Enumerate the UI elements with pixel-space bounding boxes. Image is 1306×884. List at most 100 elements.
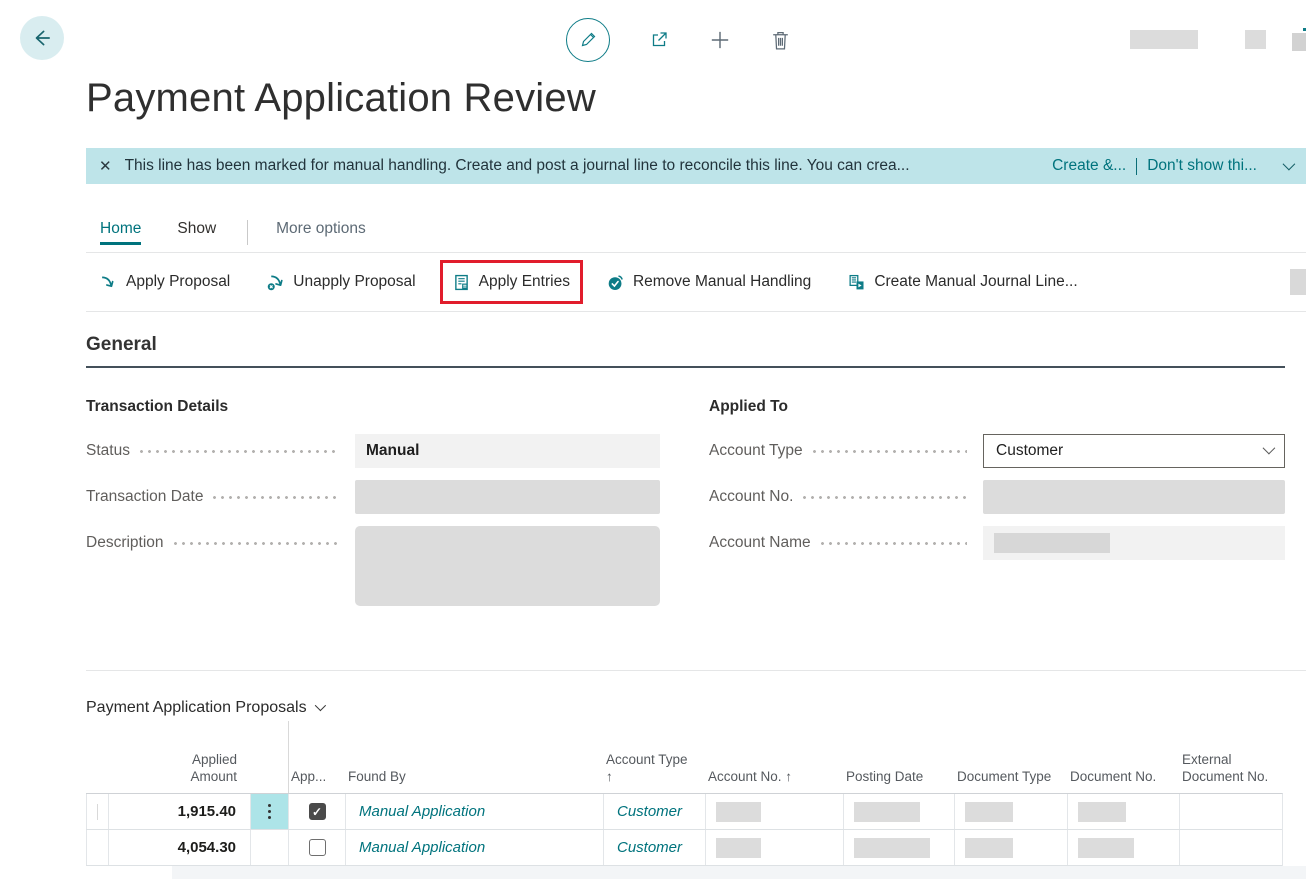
frozen-pane-divider bbox=[288, 721, 289, 793]
notification-actions: Create &... Don't show thi... bbox=[1052, 157, 1257, 175]
apply-entries-button[interactable]: Apply Entries bbox=[453, 273, 570, 291]
account-type-select[interactable]: Customer bbox=[983, 434, 1285, 468]
posting-date-cell[interactable] bbox=[843, 830, 954, 865]
action-menu: Home Show More options bbox=[100, 219, 1306, 246]
transaction-date-label: Transaction Date bbox=[86, 488, 203, 506]
applied-amount-cell[interactable]: 1,915.40 bbox=[108, 794, 250, 829]
external-document-no-cell[interactable] bbox=[1179, 830, 1283, 865]
row-selector-cell[interactable] bbox=[86, 794, 108, 829]
document-type-cell[interactable] bbox=[954, 830, 1067, 865]
external-document-no-cell[interactable] bbox=[1179, 794, 1283, 829]
dotted-leader bbox=[813, 450, 967, 453]
more-options-menu[interactable]: More options bbox=[276, 220, 366, 245]
unapply-proposal-label: Unapply Proposal bbox=[293, 273, 415, 291]
transaction-date-field-row: Transaction Date bbox=[86, 480, 660, 514]
edit-button[interactable] bbox=[566, 18, 610, 62]
found-by-cell[interactable]: Manual Application bbox=[345, 794, 603, 829]
check-circle-refresh-icon bbox=[607, 274, 624, 291]
remove-manual-handling-button[interactable]: Remove Manual Handling bbox=[607, 273, 811, 291]
column-account-no[interactable]: Account No. ↑ bbox=[705, 768, 843, 785]
account-type-value: Customer bbox=[996, 442, 1063, 460]
applied-amount-cell[interactable]: 4,054.30 bbox=[108, 830, 250, 865]
applied-checkbox[interactable] bbox=[309, 803, 326, 820]
account-name-field-row: Account Name bbox=[709, 526, 1285, 560]
redacted-header-icon bbox=[1245, 30, 1266, 49]
journal-page-icon bbox=[848, 274, 865, 291]
status-field-row: Status Manual bbox=[86, 434, 660, 468]
divider bbox=[86, 670, 1306, 671]
row-menu-cell[interactable] bbox=[250, 794, 288, 829]
document-no-cell[interactable] bbox=[1067, 830, 1179, 865]
page-title: Payment Application Review bbox=[86, 74, 1306, 122]
applied-checkbox[interactable] bbox=[309, 839, 326, 856]
dotted-leader bbox=[174, 542, 339, 545]
apply-proposal-button[interactable]: Apply Proposal bbox=[100, 273, 230, 291]
dont-show-link[interactable]: Don't show thi... bbox=[1147, 157, 1257, 175]
table-row[interactable]: 4,054.30 Manual Application Customer bbox=[86, 830, 1282, 866]
column-external-document-no[interactable]: External Document No. bbox=[1179, 751, 1283, 785]
chevron-down-icon[interactable] bbox=[1283, 157, 1292, 175]
account-name-field bbox=[983, 526, 1285, 560]
back-button[interactable] bbox=[20, 16, 64, 60]
close-icon[interactable]: ✕ bbox=[99, 157, 112, 175]
account-no-cell[interactable] bbox=[705, 794, 843, 829]
posting-date-cell[interactable] bbox=[843, 794, 954, 829]
share-button[interactable] bbox=[648, 29, 670, 51]
document-no-cell[interactable] bbox=[1067, 794, 1179, 829]
status-label: Status bbox=[86, 442, 130, 460]
account-type-field-row: Account Type Customer bbox=[709, 434, 1285, 468]
column-applied-amount[interactable]: Applied Amount bbox=[108, 751, 250, 785]
row-menu-cell[interactable] bbox=[250, 830, 288, 865]
account-no-cell[interactable] bbox=[705, 830, 843, 865]
add-button[interactable] bbox=[708, 28, 732, 52]
applied-to-group: Applied To Account Type Customer Account… bbox=[709, 398, 1285, 618]
transaction-date-redacted-value bbox=[355, 480, 660, 514]
tab-home[interactable]: Home bbox=[100, 220, 141, 245]
row-selector-cell[interactable] bbox=[86, 830, 108, 865]
create-link[interactable]: Create &... bbox=[1052, 157, 1126, 175]
redacted-header-value bbox=[1130, 30, 1198, 49]
proposals-table-body: 1,915.40 Manual Application Customer 4,0… bbox=[86, 793, 1283, 866]
column-applied[interactable]: App... bbox=[288, 768, 345, 785]
redacted-value bbox=[854, 802, 920, 822]
delete-button[interactable] bbox=[770, 29, 791, 52]
found-by-cell[interactable]: Manual Application bbox=[345, 830, 603, 865]
account-no-redacted-value bbox=[983, 480, 1285, 514]
account-type-cell[interactable]: Customer bbox=[603, 794, 705, 829]
applied-to-heading: Applied To bbox=[709, 398, 1285, 416]
chevron-down-icon bbox=[1263, 442, 1276, 455]
apply-proposal-label: Apply Proposal bbox=[126, 273, 230, 291]
dotted-leader bbox=[821, 542, 967, 545]
vertical-ellipsis-icon bbox=[268, 810, 271, 813]
document-type-cell[interactable] bbox=[954, 794, 1067, 829]
account-no-label: Account No. bbox=[709, 488, 793, 506]
column-document-type[interactable]: Document Type bbox=[954, 768, 1067, 785]
account-name-label: Account Name bbox=[709, 534, 811, 552]
general-section-header[interactable]: General bbox=[86, 334, 1285, 368]
proposals-section-header[interactable]: Payment Application Proposals bbox=[86, 699, 1306, 717]
tab-show[interactable]: Show bbox=[177, 220, 216, 245]
pencil-icon bbox=[578, 30, 598, 50]
divider bbox=[86, 311, 1306, 312]
divider bbox=[247, 220, 248, 245]
status-value: Manual bbox=[366, 442, 419, 460]
redacted-value bbox=[716, 838, 761, 858]
redacted-value bbox=[1078, 802, 1126, 822]
table-row[interactable]: 1,915.40 Manual Application Customer bbox=[86, 794, 1282, 830]
account-type-cell[interactable]: Customer bbox=[603, 830, 705, 865]
unapply-proposal-button[interactable]: Unapply Proposal bbox=[267, 273, 415, 291]
create-manual-journal-line-button[interactable]: Create Manual Journal Line... bbox=[848, 273, 1077, 291]
proposals-section: Payment Application Proposals Applied Am… bbox=[86, 699, 1306, 879]
general-fields: Transaction Details Status Manual Transa… bbox=[86, 398, 1285, 618]
notification-message: This line has been marked for manual han… bbox=[125, 157, 1037, 175]
column-document-no[interactable]: Document No. bbox=[1067, 768, 1179, 785]
transaction-details-group: Transaction Details Status Manual Transa… bbox=[86, 398, 660, 618]
status-value-field: Manual bbox=[355, 434, 660, 468]
column-found-by[interactable]: Found By bbox=[345, 768, 603, 785]
plus-icon bbox=[708, 28, 732, 52]
dotted-leader bbox=[213, 496, 339, 499]
dotted-leader bbox=[140, 450, 339, 453]
remove-manual-handling-label: Remove Manual Handling bbox=[633, 273, 811, 291]
column-account-type[interactable]: Account Type ↑ bbox=[603, 751, 705, 785]
column-posting-date[interactable]: Posting Date bbox=[843, 768, 954, 785]
